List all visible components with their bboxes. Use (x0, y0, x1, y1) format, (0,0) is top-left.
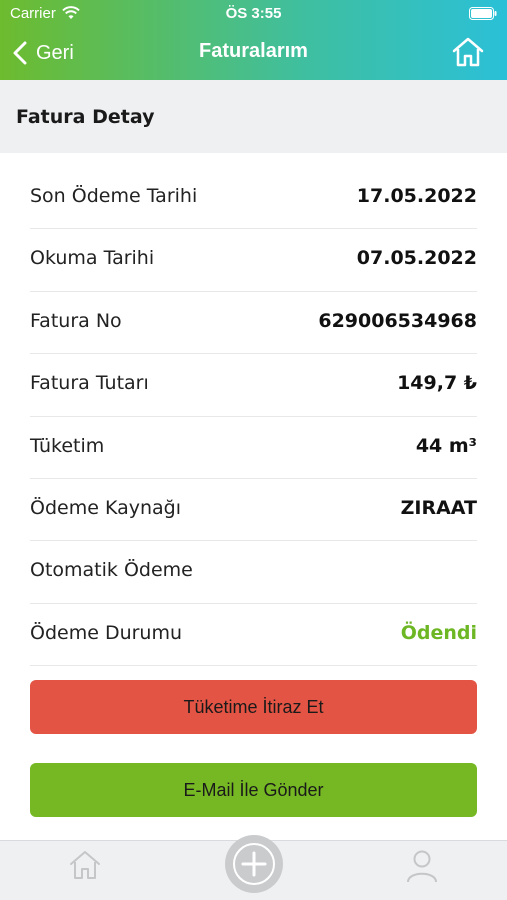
tab-bar (0, 835, 507, 900)
detail-row-reading-date: Okuma Tarihi 07.05.2022 (30, 229, 477, 292)
detail-label: Ödeme Durumu (30, 621, 183, 644)
app-header: Carrier ÖS 3:55 Geri Faturalarım (0, 0, 507, 80)
add-button[interactable] (225, 835, 283, 893)
detail-label: Fatura No (30, 309, 122, 332)
consumption-objection-button[interactable]: Tüketime İtiraz Et (30, 680, 477, 734)
plus-circle-icon (233, 843, 275, 885)
detail-row-due-date: Son Ödeme Tarihi 17.05.2022 (30, 167, 477, 230)
send-email-button[interactable]: E-Mail İle Gönder (30, 763, 477, 817)
detail-value: 44 m³ (415, 434, 477, 457)
detail-label: Ödeme Kaynağı (30, 496, 181, 519)
invoice-details: Son Ödeme Tarihi 17.05.2022 Okuma Tarihi… (30, 167, 477, 667)
detail-value: 17.05.2022 (356, 185, 477, 207)
detail-value: 149,7 ₺ (397, 372, 477, 395)
detail-row-amount: Fatura Tutarı 149,7 ₺ (30, 354, 477, 417)
detail-row-auto-payment: Otomatik Ödeme (30, 541, 477, 604)
page-title: Faturalarım (199, 40, 308, 62)
home-icon[interactable] (451, 36, 485, 68)
detail-row-payment-source: Ödeme Kaynağı ZIRAAT (30, 479, 477, 542)
section-title: Fatura Detay (16, 106, 155, 128)
user-icon[interactable] (406, 849, 438, 883)
detail-row-payment-status: Ödeme Durumu Ödendi (30, 604, 477, 667)
status-time: ÖS 3:55 (225, 5, 282, 22)
detail-label: Otomatik Ödeme (30, 559, 193, 582)
nav-bar: Geri Faturalarım (0, 28, 507, 78)
detail-value: 07.05.2022 (356, 247, 477, 270)
detail-label: Okuma Tarihi (30, 247, 155, 270)
payment-status-badge: Ödendi (400, 621, 477, 644)
detail-value: 629006534968 (318, 309, 477, 332)
detail-row-invoice-no: Fatura No 629006534968 (30, 292, 477, 355)
detail-value: ZIRAAT (400, 496, 477, 519)
detail-label: Fatura Tutarı (30, 372, 149, 395)
section-header: Fatura Detay (0, 80, 507, 153)
detail-label: Tüketim (30, 434, 105, 457)
detail-label: Son Ödeme Tarihi (30, 185, 198, 207)
detail-row-consumption: Tüketim 44 m³ (30, 417, 477, 479)
status-bar: Carrier ÖS 3:55 (0, 0, 507, 28)
battery-icon (469, 7, 497, 20)
home-icon[interactable] (68, 849, 102, 881)
